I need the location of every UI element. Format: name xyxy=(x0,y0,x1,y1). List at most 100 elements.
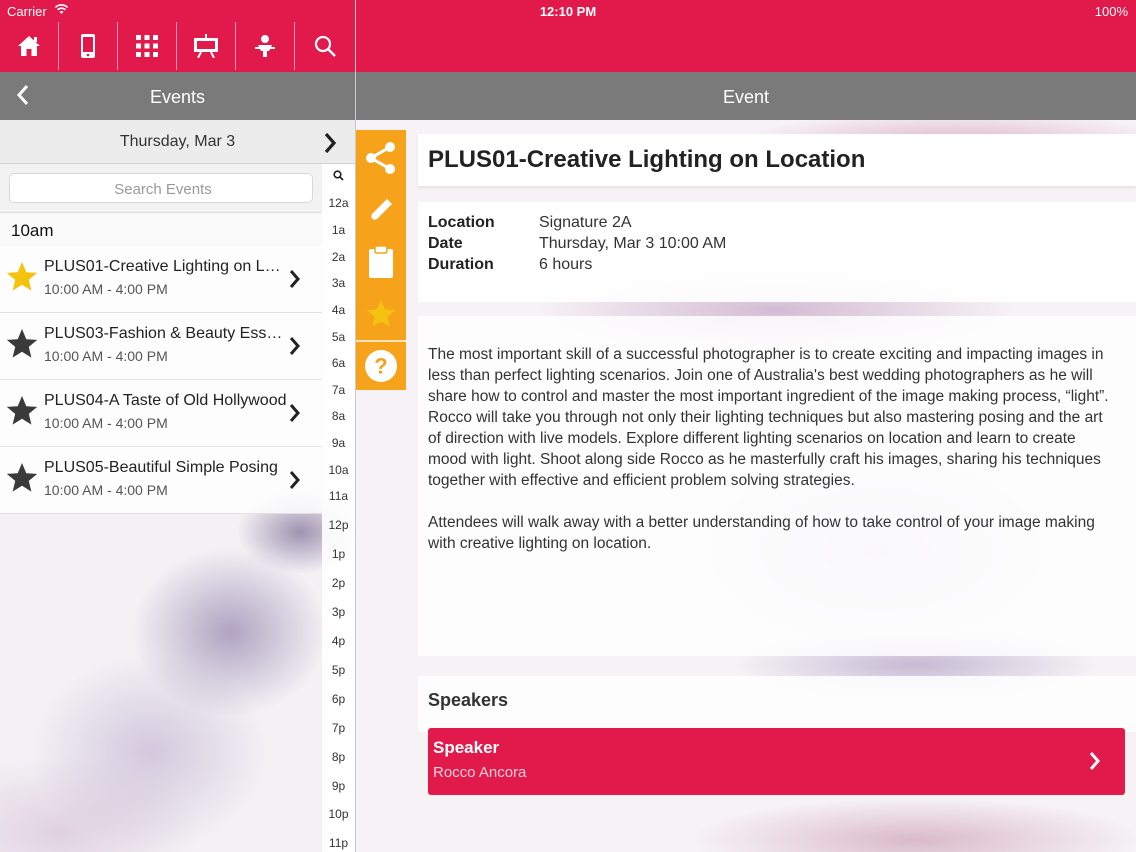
search-field xyxy=(9,173,316,204)
list-item[interactable]: PLUS04-A Taste of Old Hollywood 10:00 AM… xyxy=(0,380,322,447)
event-name: PLUS05-Beautiful Simple Posing xyxy=(44,459,278,476)
share-icon xyxy=(366,142,395,174)
clipboard-icon xyxy=(369,245,393,278)
speakers-heading: Speakers xyxy=(428,690,509,710)
events-title: Events xyxy=(149,87,206,107)
index-item[interactable]: 8p xyxy=(322,750,355,764)
index-item[interactable]: 7p xyxy=(322,721,355,735)
index-item[interactable]: 1a xyxy=(322,223,355,237)
list-item[interactable]: PLUS01-Creative Lighting on Location 10:… xyxy=(0,246,322,313)
status-bar: Carrier 12:10 PM 100% xyxy=(0,0,1136,22)
description-paragraph: Attendees will walk away with a better u… xyxy=(428,514,1095,552)
favorite-button[interactable] xyxy=(356,290,406,338)
next-day-button[interactable] xyxy=(322,132,338,159)
index-item[interactable]: 5a xyxy=(322,330,355,344)
speaker-name: Rocco Ancora xyxy=(433,764,527,781)
star-icon[interactable] xyxy=(5,394,39,433)
event-time: 10:00 AM - 4:00 PM xyxy=(44,482,168,498)
info-value: Signature 2A xyxy=(539,214,632,231)
event-title: PLUS01-Creative Lighting on Location xyxy=(428,146,866,173)
star-icon[interactable] xyxy=(5,461,39,500)
chevron-right-icon xyxy=(324,132,337,154)
index-item[interactable]: 2p xyxy=(322,576,355,590)
date-selector: Thursday, Mar 3 xyxy=(0,120,355,164)
info-value: Thursday, Mar 3 10:00 AM xyxy=(539,235,727,252)
help-icon: ? xyxy=(365,350,397,382)
event-header-title: Event xyxy=(722,87,770,107)
battery-label: 100% xyxy=(1094,4,1128,19)
current-date: Thursday, Mar 3 xyxy=(119,133,236,150)
chevron-right-icon xyxy=(288,335,302,362)
description-paragraph: The most important skill of a successful… xyxy=(428,346,1109,489)
phone-icon xyxy=(81,34,95,58)
svg-text:?: ? xyxy=(374,354,387,379)
search-button[interactable] xyxy=(295,22,354,70)
index-item[interactable]: 12a xyxy=(322,196,355,210)
clock-label: 12:10 PM xyxy=(539,4,597,19)
event-info: Location Signature 2A Date Thursday, Mar… xyxy=(418,202,1136,302)
speaker-role: Speaker xyxy=(433,738,500,757)
time-index: 12a 1a 2a 3a 4a 5a 6a 7a 8a 9a 10a 11a 1… xyxy=(322,164,355,852)
index-item[interactable]: 7a xyxy=(322,383,355,397)
home-button[interactable] xyxy=(0,22,59,70)
index-item[interactable]: 6p xyxy=(322,692,355,706)
search-icon xyxy=(314,35,336,57)
grid-icon xyxy=(136,35,158,57)
grid-button[interactable] xyxy=(118,22,177,70)
index-item[interactable]: 8a xyxy=(322,409,355,423)
index-item[interactable]: 1p xyxy=(322,547,355,561)
share-button[interactable] xyxy=(356,134,406,182)
event-time: 10:00 AM - 4:00 PM xyxy=(44,348,168,364)
event-name: PLUS03-Fashion & Beauty Essentials xyxy=(44,325,289,342)
event-title-box: PLUS01-Creative Lighting on Location xyxy=(418,134,1136,186)
star-icon[interactable] xyxy=(5,327,39,366)
list-item[interactable]: PLUS05-Beautiful Simple Posing 10:00 AM … xyxy=(0,447,322,514)
index-item[interactable]: 10p xyxy=(322,807,355,821)
phone-button[interactable] xyxy=(59,22,118,70)
index-item[interactable]: 4a xyxy=(322,303,355,317)
action-sidebar: ? xyxy=(356,130,406,390)
info-value: 6 hours xyxy=(539,256,593,273)
index-item[interactable]: 4p xyxy=(322,634,355,648)
index-item[interactable]: 10a xyxy=(322,463,355,477)
index-item[interactable]: 11a xyxy=(322,489,355,503)
events-panel: Events Thursday, Mar 3 10am PLUS01-Creat… xyxy=(0,72,355,852)
info-label: Duration xyxy=(428,256,494,273)
list-item[interactable]: PLUS03-Fashion & Beauty Essentials 10:00… xyxy=(0,313,322,380)
help-button[interactable]: ? xyxy=(356,342,406,390)
index-item[interactable]: 12p xyxy=(322,518,355,532)
index-item[interactable]: 3a xyxy=(322,276,355,290)
home-icon xyxy=(18,36,40,56)
top-toolbar xyxy=(0,22,355,70)
edit-button[interactable] xyxy=(356,186,406,234)
chevron-right-icon xyxy=(288,402,302,429)
event-name: PLUS04-A Taste of Old Hollywood xyxy=(44,392,287,409)
index-item[interactable]: 9p xyxy=(322,779,355,793)
index-item[interactable]: 6a xyxy=(322,356,355,370)
chevron-right-icon xyxy=(288,268,302,295)
chevron-right-icon xyxy=(288,469,302,496)
search-input[interactable] xyxy=(10,174,316,204)
notes-button[interactable] xyxy=(356,238,406,286)
index-item[interactable]: 9a xyxy=(322,436,355,450)
time-section-header: 10am xyxy=(0,212,322,246)
time-section-label: 10am xyxy=(11,221,54,240)
person-icon xyxy=(255,35,275,57)
speakers-section: Speakers xyxy=(418,676,1136,732)
index-item[interactable]: 5p xyxy=(322,663,355,677)
presentation-button[interactable] xyxy=(177,22,236,70)
speaker-card[interactable]: Speaker Rocco Ancora xyxy=(428,728,1125,795)
search-bar xyxy=(0,164,322,212)
index-item[interactable]: 11p xyxy=(322,836,355,850)
index-item[interactable]: 2a xyxy=(322,250,355,264)
person-button[interactable] xyxy=(236,22,295,70)
index-search-icon[interactable] xyxy=(322,170,355,184)
star-icon[interactable] xyxy=(5,260,39,299)
presentation-icon xyxy=(194,34,218,58)
event-time: 10:00 AM - 4:00 PM xyxy=(44,281,168,297)
index-item[interactable]: 3p xyxy=(322,605,355,619)
event-header: Event xyxy=(356,72,1136,120)
star-icon xyxy=(366,299,396,327)
event-time: 10:00 AM - 4:00 PM xyxy=(44,415,168,431)
event-name: PLUS01-Creative Lighting on Location xyxy=(44,258,289,275)
